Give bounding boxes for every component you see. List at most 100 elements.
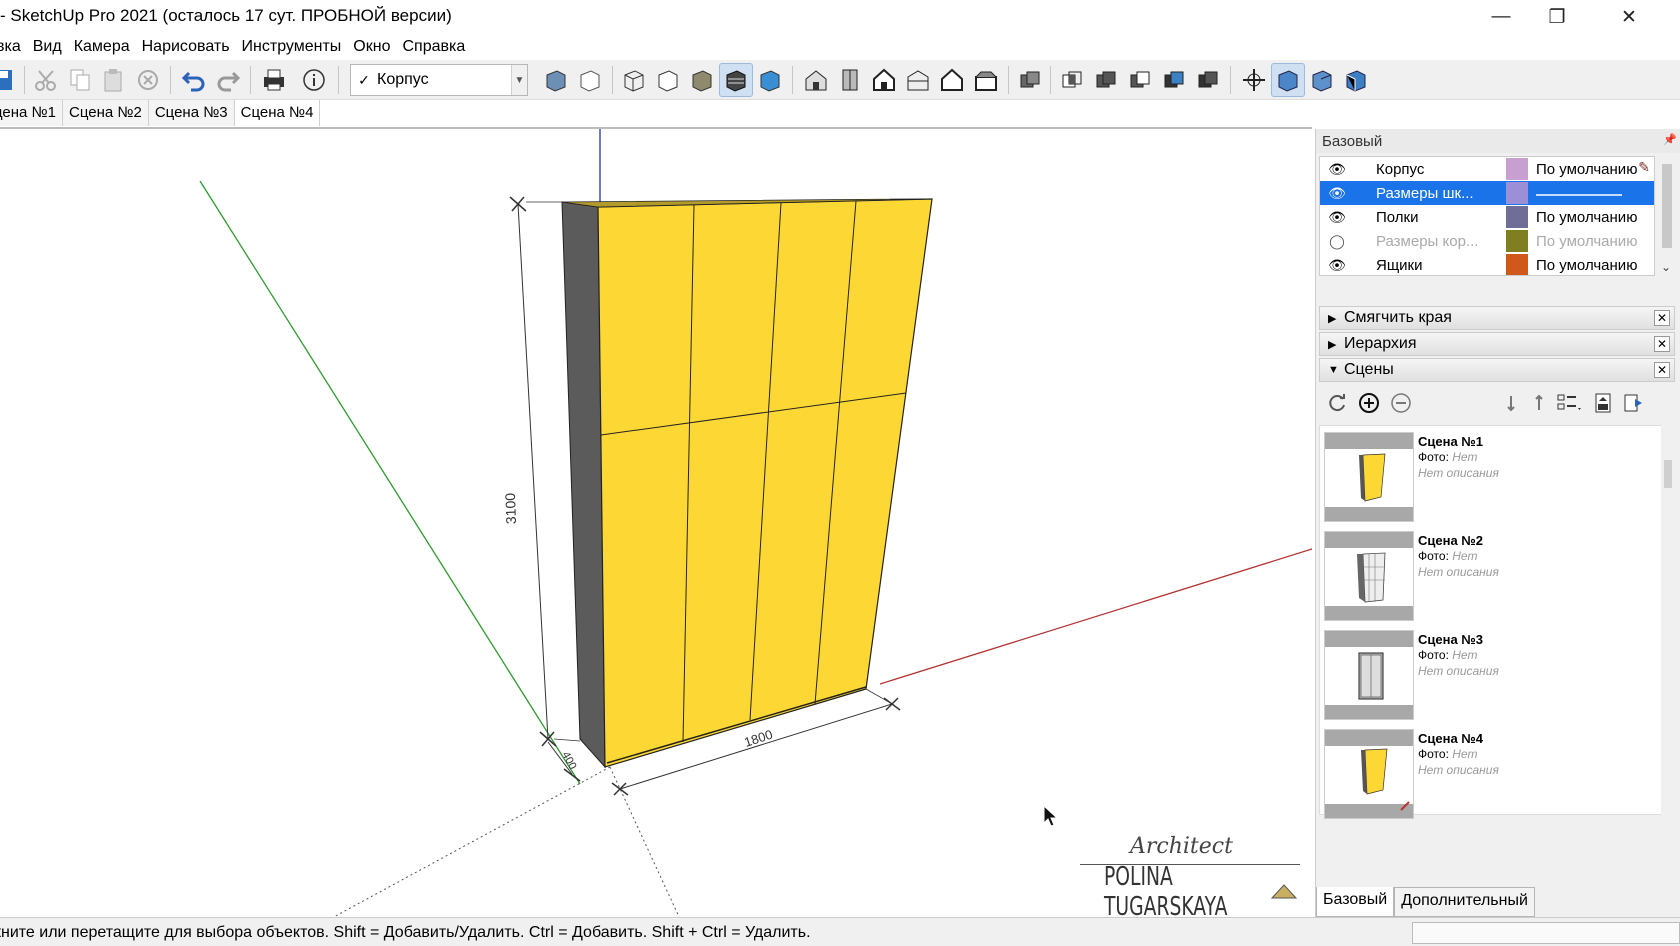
tab-default-tray[interactable]: Базовый: [1316, 887, 1395, 917]
scissors-icon: [35, 70, 56, 91]
chevron-down-icon[interactable]: ⌄: [1661, 260, 1671, 274]
scene-menu-button[interactable]: [1621, 391, 1645, 415]
model-info-button[interactable]: [298, 64, 330, 96]
update-scene-button[interactable]: [1325, 391, 1349, 415]
tab-additional-tray[interactable]: Дополнительный: [1394, 887, 1535, 917]
panel-hierarchy[interactable]: ▶ Иерархия ✕: [1319, 332, 1675, 356]
view-options-button[interactable]: [1555, 391, 1585, 415]
measurements-box[interactable]: [1412, 922, 1680, 944]
scene-item-4[interactable]: Сцена №4 Фото: Нет Нет описания: [1324, 729, 1664, 819]
redo-button[interactable]: [212, 64, 244, 96]
save-button[interactable]: [0, 64, 18, 96]
tab-scene-3[interactable]: Сцена №3: [148, 100, 235, 126]
copy-button[interactable]: [64, 64, 96, 96]
layer-row[interactable]: ◯ Размеры кор... По умолчанию: [1320, 229, 1654, 253]
remove-scene-button[interactable]: [1389, 391, 1413, 415]
scene-item-1[interactable]: Сцена №1 Фото: Нет Нет описания: [1324, 432, 1664, 522]
layer-color-swatch[interactable]: [1506, 230, 1528, 252]
wireframe-button[interactable]: [618, 64, 650, 96]
model-viewport[interactable]: 3100 1800 400 Architect POLINA TUGARSKAY…: [0, 127, 1312, 917]
right-view-button[interactable]: [902, 64, 934, 96]
layer-row[interactable]: 👁 Размеры шк...: [1320, 181, 1654, 205]
iso-view-button[interactable]: [800, 64, 832, 96]
display-section-cuts-button[interactable]: [1340, 64, 1372, 96]
layer-dashes[interactable]: По умолчанию: [1536, 257, 1637, 274]
monochrome-button[interactable]: [754, 64, 786, 96]
eye-closed-icon[interactable]: ◯: [1324, 233, 1350, 250]
eye-icon[interactable]: 👁: [1324, 209, 1350, 226]
cut-button[interactable]: [30, 64, 62, 96]
position-camera-button[interactable]: [1238, 64, 1270, 96]
top-view-button[interactable]: [834, 64, 866, 96]
cabinet-front[interactable]: [597, 198, 933, 768]
layer-row[interactable]: 👁 Корпус По умолчанию ✎: [1320, 157, 1654, 181]
panel-scenes[interactable]: ▼ Сцены ✕: [1319, 358, 1675, 382]
close-icon: ✕: [1621, 6, 1637, 28]
layer-row[interactable]: 👁 Полки По умолчанию: [1320, 205, 1654, 229]
display-section-planes-button[interactable]: [1306, 64, 1338, 96]
layer-color-swatch[interactable]: [1506, 254, 1528, 275]
layer-color-swatch[interactable]: [1506, 158, 1528, 180]
section-plane-button[interactable]: [1271, 63, 1305, 97]
menu-camera[interactable]: Камера: [68, 38, 136, 56]
erase-button[interactable]: [132, 64, 164, 96]
shaded-textures-button[interactable]: [719, 63, 753, 97]
menu-window[interactable]: Окно: [347, 38, 396, 56]
menu-draw[interactable]: Нарисовать: [136, 38, 236, 56]
panel-soften-edges[interactable]: ▶ Смягчить края ✕: [1319, 306, 1675, 330]
layer-dashes[interactable]: [1536, 185, 1626, 202]
left-view-button[interactable]: [970, 64, 1002, 96]
paste-button[interactable]: [98, 64, 130, 96]
chevron-down-icon[interactable]: ▼: [511, 65, 527, 95]
undo-button[interactable]: [178, 64, 210, 96]
close-icon[interactable]: ✕: [1654, 336, 1670, 352]
trim-button[interactable]: [1158, 64, 1190, 96]
back-edges-button[interactable]: [574, 64, 606, 96]
eye-icon[interactable]: 👁: [1324, 161, 1350, 178]
print-button[interactable]: [258, 64, 290, 96]
pin-icon[interactable]: 📌: [1663, 133, 1677, 146]
layer-dashes[interactable]: По умолчанию: [1536, 233, 1637, 250]
front-view-button[interactable]: [868, 64, 900, 96]
layers-scrollbar[interactable]: ⌄: [1658, 156, 1676, 276]
move-scene-up-button[interactable]: [1527, 391, 1551, 415]
scrollbar-thumb[interactable]: [1664, 460, 1672, 488]
tray-scrollbar[interactable]: [1661, 425, 1675, 815]
scene-item-2[interactable]: Сцена №2 Фото: Нет Нет описания: [1324, 531, 1664, 621]
hidden-line-icon: [658, 70, 678, 92]
eye-icon[interactable]: 👁: [1324, 257, 1350, 274]
eye-icon[interactable]: 👁: [1324, 185, 1350, 202]
split-button[interactable]: [1192, 64, 1224, 96]
add-scene-button[interactable]: [1357, 391, 1381, 415]
hidden-line-button[interactable]: [652, 64, 684, 96]
close-icon[interactable]: ✕: [1654, 310, 1670, 326]
restore-button[interactable]: ❐: [1532, 2, 1582, 32]
menu-view[interactable]: Вид: [27, 38, 68, 56]
move-scene-down-button[interactable]: [1499, 391, 1523, 415]
solid-outer-shell-button[interactable]: [1014, 64, 1046, 96]
layer-color-swatch[interactable]: [1506, 206, 1528, 228]
intersect-button[interactable]: [1056, 64, 1088, 96]
tab-scene-4[interactable]: Сцена №4: [234, 100, 321, 126]
show-details-button[interactable]: [1591, 391, 1615, 415]
layer-row[interactable]: 👁 Ящики По умолчанию: [1320, 253, 1654, 275]
scene-item-3[interactable]: Сцена №3 Фото: Нет Нет описания: [1324, 630, 1664, 720]
layer-dashes[interactable]: По умолчанию: [1536, 209, 1637, 226]
close-button[interactable]: ✕: [1604, 2, 1654, 32]
subtract-button[interactable]: [1124, 64, 1156, 96]
xray-button[interactable]: [540, 64, 572, 96]
shaded-button[interactable]: [686, 64, 718, 96]
tab-scene-2[interactable]: Сцена №2: [63, 100, 149, 126]
layer-color-swatch[interactable]: [1506, 182, 1528, 204]
tab-scene-1[interactable]: цена №1: [0, 100, 63, 126]
close-icon[interactable]: ✕: [1654, 362, 1670, 378]
menu-edit[interactable]: вка: [0, 38, 27, 56]
scrollbar-thumb[interactable]: [1662, 164, 1672, 248]
back-view-button[interactable]: [936, 64, 968, 96]
menu-help[interactable]: Справка: [396, 38, 471, 56]
active-layer-dropdown[interactable]: ✓ Корпус ▼: [350, 64, 528, 96]
menu-tools[interactable]: Инструменты: [236, 38, 348, 56]
minimize-button[interactable]: —: [1476, 2, 1526, 32]
union-button[interactable]: [1090, 64, 1122, 96]
layer-dashes[interactable]: По умолчанию: [1536, 161, 1637, 178]
